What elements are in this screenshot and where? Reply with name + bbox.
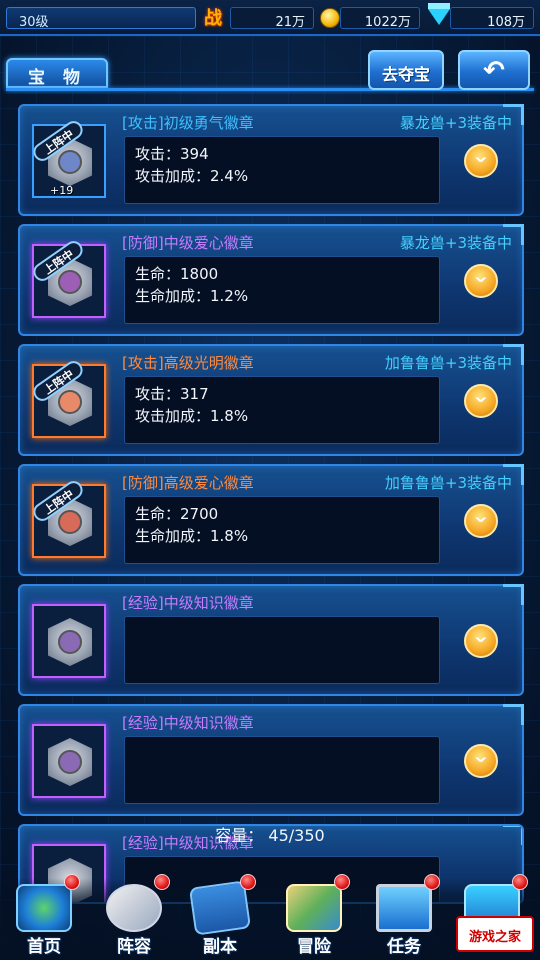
adventure-map-icon [286,884,342,932]
treasure-card[interactable]: [经验]中级知识徽章 › [18,704,524,816]
item-title: [攻击]初级勇气徽章 [122,114,254,132]
notification-dot [154,874,170,890]
stats-panel [124,736,440,804]
expand-button[interactable]: › [464,504,498,538]
badge-gem-icon [58,270,82,294]
stat-line: 攻击：394 [135,145,209,163]
badge-gem-icon [58,630,82,654]
treasure-card[interactable]: 上阵中 +19 [攻击]初级勇气徽章 暴龙兽+3装备中 攻击：394 攻击加成：… [18,104,524,216]
chevron-down-icon: › [466,515,496,524]
badge-icon-frame[interactable] [32,724,106,798]
nav-team[interactable]: 阵容 [92,874,176,960]
go-loot-label: 去夺宝 [381,65,430,84]
equipped-by: 加鲁鲁兽+3装备中 [384,354,512,372]
badge-gem-icon [58,750,82,774]
stat-line: 攻击：317 [135,385,209,403]
chevron-down-icon: › [466,275,496,284]
team-icon [106,884,162,932]
notification-dot [64,874,80,890]
nav-tasks[interactable]: 任务 [362,874,446,960]
expand-button[interactable]: › [464,624,498,658]
tab-underline [6,88,534,91]
gold-display: 1022万 [340,7,420,30]
back-arrow-icon: ↶ [483,56,505,86]
item-title: [经验]中级知识徽章 [122,714,254,732]
notification-dot [424,874,440,890]
diamond-value: 108万 [487,15,525,30]
badge-icon-frame[interactable]: 上阵中 +19 [29,117,106,198]
treasure-card[interactable]: 上阵中 [防御]中级爱心徽章 暴龙兽+3装备中 生命：1800 生命加成：1.2… [18,224,524,336]
treasure-list[interactable]: 上阵中 +19 [攻击]初级勇气徽章 暴龙兽+3装备中 攻击：394 攻击加成：… [18,104,524,912]
treasure-card[interactable]: [经验]中级知识徽章 › [18,584,524,696]
chevron-down-icon: › [466,155,496,164]
stat-line: 攻击加成：1.8% [135,407,249,425]
stat-line: 生命加成：1.2% [135,287,249,305]
treasure-card[interactable]: 上阵中 [防御]高级爱心徽章 加鲁鲁兽+3装备中 生命：2700 生命加成：1.… [18,464,524,576]
nav-label: 冒险 [297,937,331,957]
nav-label: 任务 [387,937,421,957]
capacity-text: 容量： 45/350 [215,826,325,845]
diamond-icon [428,3,450,25]
notification-dot [334,874,350,890]
watermark-text: 游戏之家 [468,930,521,945]
map-scroll-icon [188,880,252,936]
chevron-down-icon: › [466,395,496,404]
nav-adventure[interactable]: 冒险 [272,874,356,960]
nav-label: 副本 [203,937,237,957]
combat-power-icon: 战 [204,8,222,29]
gold-coin-icon [320,8,340,28]
status-bar: 30级 战 21万 1022万 108万 [0,0,540,36]
stats-panel: 生命：2700 生命加成：1.8% [124,496,440,564]
nav-home[interactable]: 首页 [2,874,86,960]
stat-line: 生命：1800 [135,265,219,283]
badge-icon-frame[interactable] [32,604,106,678]
back-button[interactable]: ↶ [458,50,530,90]
go-loot-button[interactable]: 去夺宝 [368,50,444,90]
notification-dot [240,874,256,890]
stats-panel: 生命：1800 生命加成：1.2% [124,256,440,324]
stat-line: 生命加成：1.8% [135,527,249,545]
item-title: [攻击]高级光明徽章 [122,354,254,372]
equipped-by: 加鲁鲁兽+3装备中 [384,474,512,492]
badge-gem-icon [58,510,82,534]
chevron-down-icon: › [466,635,496,644]
stat-line: 生命：2700 [135,505,219,523]
stats-panel: 攻击：394 攻击加成：2.4% [124,136,440,204]
combat-power: 21万 [230,7,314,30]
stat-line: 攻击加成：2.4% [135,167,249,185]
badge-icon-frame[interactable]: 上阵中 [29,357,106,438]
stats-panel: 攻击：317 攻击加成：1.8% [124,376,440,444]
enhance-level: +19 [50,184,74,197]
item-title: [防御]中级爱心徽章 [122,234,254,252]
badge-icon-frame[interactable]: 上阵中 [29,237,106,318]
equipped-by: 暴龙兽+3装备中 [399,114,512,132]
item-title: [防御]高级爱心徽章 [122,474,254,492]
combat-power-value: 21万 [275,15,305,30]
expand-button[interactable]: › [464,264,498,298]
gold-value: 1022万 [364,15,411,30]
home-icon [16,884,72,932]
expand-button[interactable]: › [464,384,498,418]
equipped-by: 暴龙兽+3装备中 [399,234,512,252]
badge-icon-frame[interactable]: 上阵中 [29,477,106,558]
expand-button[interactable]: › [464,744,498,778]
nav-dungeon[interactable]: 副本 [178,874,262,960]
badge-gem-icon [58,390,82,414]
chevron-down-icon: › [466,755,496,764]
level-display: 30级 [6,7,196,30]
diamond-display: 108万 [450,7,534,30]
item-title: [经验]中级知识徽章 [122,594,254,612]
notification-dot [512,874,528,890]
nav-label: 首页 [27,937,61,957]
stats-panel [124,616,440,684]
level-text: 30级 [19,15,49,30]
tab-treasure[interactable]: 宝 物 [6,58,108,88]
expand-button[interactable]: › [464,144,498,178]
tab-treasure-label: 宝 物 [28,68,86,88]
nav-label: 阵容 [117,937,151,957]
badge-gem-icon [58,150,82,174]
watermark-logo: 游戏之家 [456,916,534,952]
treasure-card[interactable]: 上阵中 [攻击]高级光明徽章 加鲁鲁兽+3装备中 攻击：317 攻击加成：1.8… [18,344,524,456]
task-monitor-icon [376,884,432,932]
